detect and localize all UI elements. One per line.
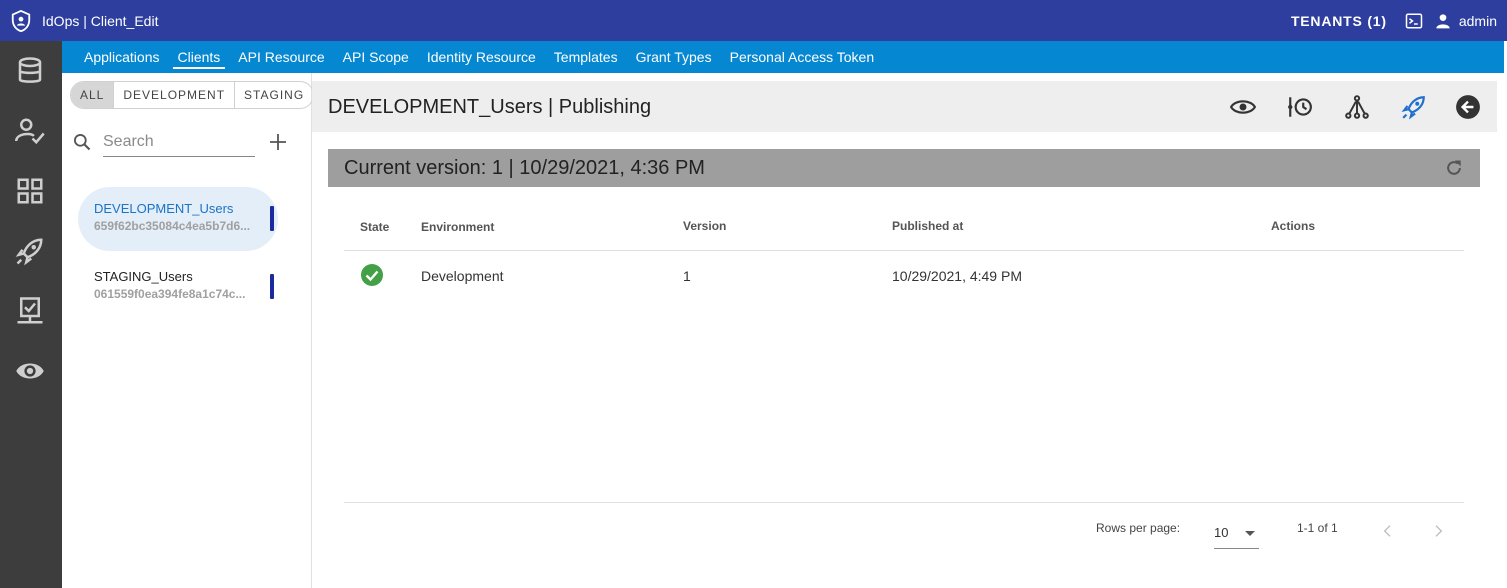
dropdown-arrow-icon [1245,531,1255,536]
column-header-state[interactable]: State [360,220,389,234]
previous-page-icon[interactable] [1380,523,1396,539]
client-name: DEVELOPMENT_Users [94,201,234,216]
tab-api-resource[interactable]: API Resource [229,41,333,73]
tab-identity-resource[interactable]: Identity Resource [418,41,545,73]
tab-applications[interactable]: Applications [75,41,169,73]
header-divider [344,250,1464,251]
column-header-version[interactable]: Version [683,219,726,233]
search-icon [74,134,91,151]
user-name[interactable]: admin [1459,13,1497,29]
tab-api-scope[interactable]: API Scope [334,41,418,73]
rows-per-page-value: 10 [1214,525,1229,540]
client-id: 659f62bc35084c4ea5b7d6... [94,219,251,233]
panel-header: DEVELOPMENT_Users | Publishing [312,81,1497,132]
tab-personal-access-token[interactable]: Personal Access Token [721,41,884,73]
client-item[interactable]: DEVELOPMENT_Users 659f62bc35084c4ea5b7d6… [78,187,278,251]
success-check-icon [361,264,383,286]
view-icon[interactable] [1230,94,1256,120]
client-name: STAGING_Users [94,269,193,284]
cell-environment: Development [421,268,504,284]
add-client-icon[interactable] [266,130,290,154]
current-version-bar: Current version: 1 | 10/29/2021, 4:36 PM [328,149,1480,187]
client-id: 061559f0ea394fe8a1c74c... [94,287,246,301]
top-app-bar: IdOps | Client_Edit TENANTS (1) admin [0,0,1507,41]
column-header-published-at[interactable]: Published at [892,219,963,233]
shield-logo-icon [11,9,31,32]
user-check-icon[interactable] [15,116,45,146]
user-icon[interactable] [1435,13,1451,29]
page-title: DEVELOPMENT_Users | Publishing [328,96,652,118]
publish-rocket-icon[interactable] [1401,94,1427,120]
rows-per-page-label: Rows per page: [1096,521,1181,535]
cell-published-at: 10/29/2021, 4:49 PM [892,268,1022,284]
tab-templates[interactable]: Templates [545,41,627,73]
filter-staging[interactable]: STAGING [235,82,313,108]
refresh-icon[interactable] [1444,158,1464,178]
pagination-range: 1-1 of 1 [1297,521,1338,535]
rocket-icon[interactable] [15,236,45,266]
client-list-panel: ALL DEVELOPMENT STAGING DEVELOPMENT_User… [62,73,315,588]
hierarchy-icon[interactable] [1344,94,1370,120]
current-version-text: Current version: 1 | 10/29/2021, 4:36 PM [344,157,705,179]
app-title: IdOps | Client_Edit [42,12,159,29]
main-nav: Applications Clients API Resource API Sc… [62,41,1504,73]
environment-filter: ALL DEVELOPMENT STAGING [70,81,315,109]
database-icon[interactable] [15,56,45,86]
side-rail [0,41,62,588]
console-icon[interactable] [1405,12,1423,30]
search-input[interactable] [103,128,255,157]
deploy-monitor-icon[interactable] [15,296,45,326]
column-header-environment[interactable]: Environment [421,220,494,234]
filter-development[interactable]: DEVELOPMENT [114,82,236,108]
search-bar [72,128,302,158]
history-icon[interactable] [1287,94,1313,120]
rows-per-page-select[interactable]: 10 [1214,515,1259,549]
client-status-bar [270,206,274,231]
client-status-bar [270,274,274,299]
client-item[interactable]: STAGING_Users 061559f0ea394fe8a1c74c... [78,255,278,319]
footer-divider [344,502,1464,503]
tenants-button[interactable]: TENANTS (1) [1291,13,1387,29]
tab-grant-types[interactable]: Grant Types [627,41,721,73]
column-header-actions: Actions [1271,219,1316,233]
filter-all[interactable]: ALL [71,82,115,108]
cell-version: 1 [683,268,691,284]
eye-icon[interactable] [15,356,45,386]
tab-clients[interactable]: Clients [169,41,230,73]
publishing-panel: DEVELOPMENT_Users | Publishing Current v… [312,81,1497,588]
dashboard-grid-icon[interactable] [15,176,45,206]
next-page-icon[interactable] [1430,523,1446,539]
back-arrow-icon[interactable] [1455,94,1481,120]
